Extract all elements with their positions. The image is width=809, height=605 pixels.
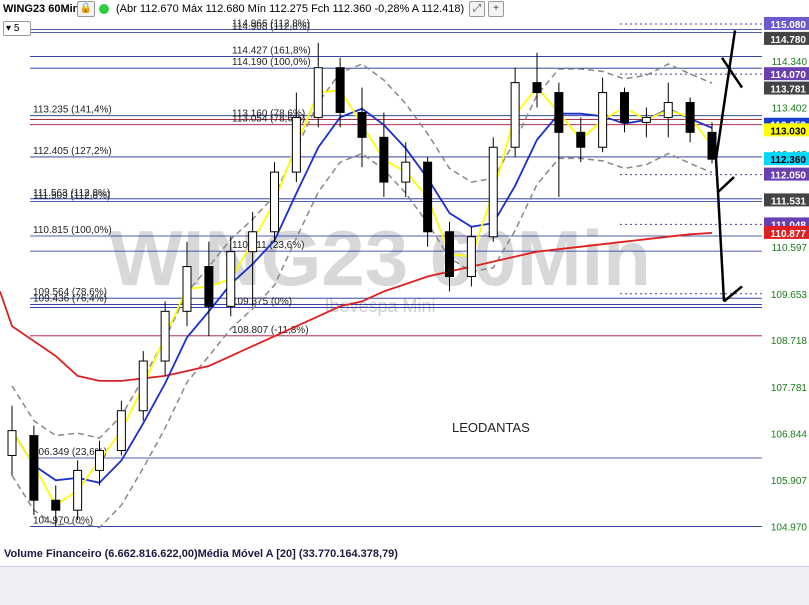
fibo-label: 110.815 (100,0%) [33, 225, 112, 236]
candle-body [73, 469, 83, 511]
candle-body [248, 231, 258, 253]
projection-arrow [716, 191, 726, 302]
y-tick-label: 109.653 [771, 290, 808, 301]
projection-arrow [717, 176, 735, 193]
plus-icon[interactable]: + [488, 1, 504, 17]
price-label-text: 114.780 [770, 35, 806, 46]
y-tick-label: 110.597 [772, 243, 808, 254]
x-axis-bar [0, 566, 809, 605]
candle-body [29, 435, 39, 501]
price-chart[interactable]: WING23 60MinIbovespa Mini114.966 (112,8%… [0, 0, 809, 604]
fibo-label: 114.908 (112,8%) [232, 22, 310, 33]
y-tick-label: 104.970 [771, 523, 808, 534]
candle-body [554, 92, 564, 133]
candle-body [160, 310, 170, 362]
y-tick-label: 107.781 [771, 383, 808, 394]
price-label-text: 112.050 [770, 171, 806, 182]
projection-arrow [714, 159, 720, 193]
candle-body [620, 92, 629, 123]
fibo-label: 110.511 (23,6%) [232, 240, 304, 251]
price-label-text: 113.781 [770, 85, 806, 96]
price-label-text: 112.360 [770, 155, 806, 166]
price-label-text: 115.080 [770, 20, 806, 31]
candle-body [51, 499, 61, 511]
candle-body [685, 102, 695, 133]
candle-body [532, 82, 542, 94]
candle-body [138, 360, 148, 412]
volume-readout: Volume Financeiro (6.662.816.622,00)Médi… [4, 548, 398, 560]
expand-icon[interactable]: ⤢ [469, 1, 485, 17]
symbol-label: WING23 60Min [3, 3, 80, 15]
candle-body [510, 82, 520, 148]
ohlc-readout: (Abr 112.670 Máx 112.680 Mín 112.275 Fch… [116, 3, 465, 15]
fibo-label: 114.190 (100,0%) [232, 57, 311, 68]
candle-body [598, 92, 608, 148]
fibo-label: 113.235 (141,4%) [33, 105, 112, 116]
price-label-text: 111.531 [771, 196, 806, 207]
candle-body [357, 111, 367, 138]
volume-text: Volume Financeiro (6.662.816.622,00) [4, 548, 198, 560]
price-label-text: 113.030 [770, 126, 806, 137]
y-tick-label: 114.340 [772, 57, 808, 68]
candle-body [423, 161, 433, 233]
candle-body [445, 231, 454, 278]
candle-body [7, 430, 17, 456]
projection-arrow [720, 57, 744, 89]
projection-arrow [714, 30, 737, 160]
price-label-text: 110.877 [770, 229, 806, 240]
candle-body [641, 116, 651, 123]
candle-body [270, 171, 279, 233]
candle-body [488, 146, 498, 238]
y-tick-label: 113.402 [772, 103, 808, 114]
period-value: 5 [13, 23, 20, 34]
candle-body [182, 266, 192, 312]
candle-body [401, 161, 411, 183]
period-selector[interactable]: ▾ 5 [3, 21, 31, 36]
y-tick-label: 106.844 [771, 429, 808, 440]
y-tick-label: 108.718 [771, 336, 808, 347]
candle-body [707, 131, 717, 160]
candle-body [226, 251, 236, 307]
fibo-label: 114.427 (161,8%) [232, 45, 311, 56]
candle-body [576, 131, 586, 148]
candle-body [116, 410, 126, 452]
candle-body [204, 266, 214, 307]
candle-body [95, 450, 104, 471]
y-tick-label: 105.907 [771, 476, 808, 487]
candle-body [313, 67, 323, 118]
price-label-text: 114.070 [770, 70, 806, 81]
fibo-label: 112.405 (127,2%) [33, 146, 112, 157]
candle-body [663, 102, 673, 118]
author-label: LEODANTAS [452, 420, 530, 435]
fibo-label: 111.509 (112,8%) [33, 190, 110, 201]
mm-text: Média Móvel A [20] (33.770.164.378,79) [197, 548, 398, 560]
status-dot-icon [99, 4, 109, 14]
bollinger-lower [11, 152, 713, 529]
candle-body [335, 67, 345, 113]
chart-header: WING23 60Min 🔒 (Abr 112.670 Máx 112.680 … [0, 0, 809, 18]
lock-icon[interactable]: 🔒 [77, 1, 95, 17]
candle-body [379, 136, 389, 183]
candle-body [291, 116, 301, 173]
candle-body [466, 236, 476, 278]
fibo-label: 109.436 (76,4%) [33, 294, 107, 305]
